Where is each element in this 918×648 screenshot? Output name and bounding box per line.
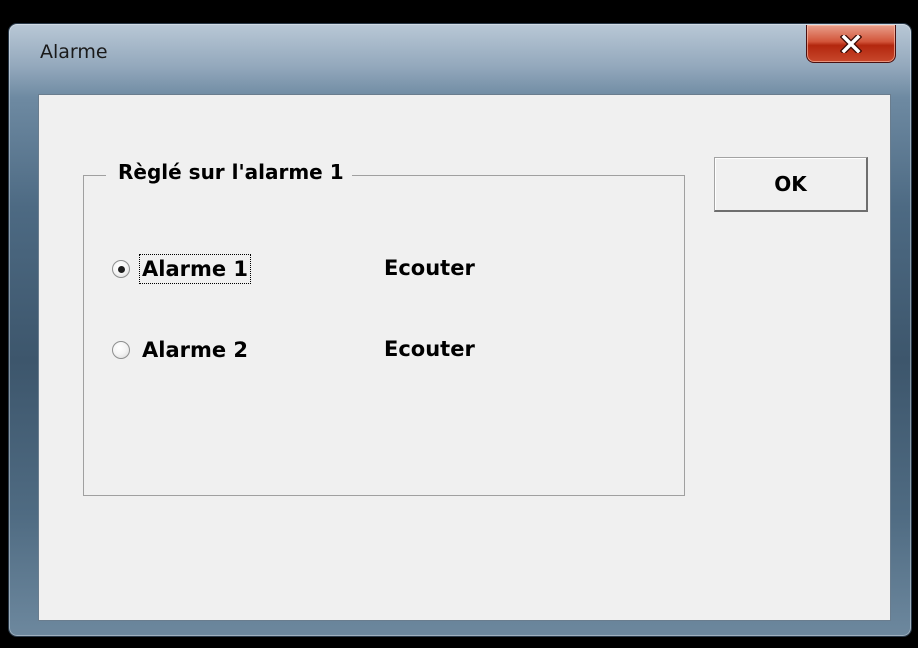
listen-link-alarme-1[interactable]: Ecouter <box>384 256 475 280</box>
radio-option-alarme-1[interactable]: Alarme 1 <box>112 249 252 289</box>
radio-button-alarme-2[interactable] <box>112 341 130 359</box>
dialog-client-area: Règlé sur l'alarme 1 Alarme 1 Ecouter Al… <box>38 94 891 621</box>
ok-button[interactable]: OK <box>714 157 868 212</box>
alarm-selection-group: Règlé sur l'alarme 1 Alarme 1 Ecouter Al… <box>83 160 685 496</box>
listen-link-alarme-2[interactable]: Ecouter <box>384 337 475 361</box>
close-button[interactable] <box>806 25 896 63</box>
radio-label-alarme-1[interactable]: Alarme 1 <box>139 254 252 284</box>
close-icon <box>840 34 862 53</box>
radio-button-alarme-1[interactable] <box>112 260 130 278</box>
group-legend: Règlé sur l'alarme 1 <box>106 160 352 184</box>
radio-label-alarme-2[interactable]: Alarme 2 <box>139 335 251 365</box>
radio-selected-dot <box>117 265 125 273</box>
alarm-dialog-window: Alarme Règlé sur l'alarme 1 Alarme 1 Eco… <box>8 23 912 637</box>
window-title: Alarme <box>40 41 108 63</box>
radio-option-alarme-2[interactable]: Alarme 2 <box>112 330 251 370</box>
